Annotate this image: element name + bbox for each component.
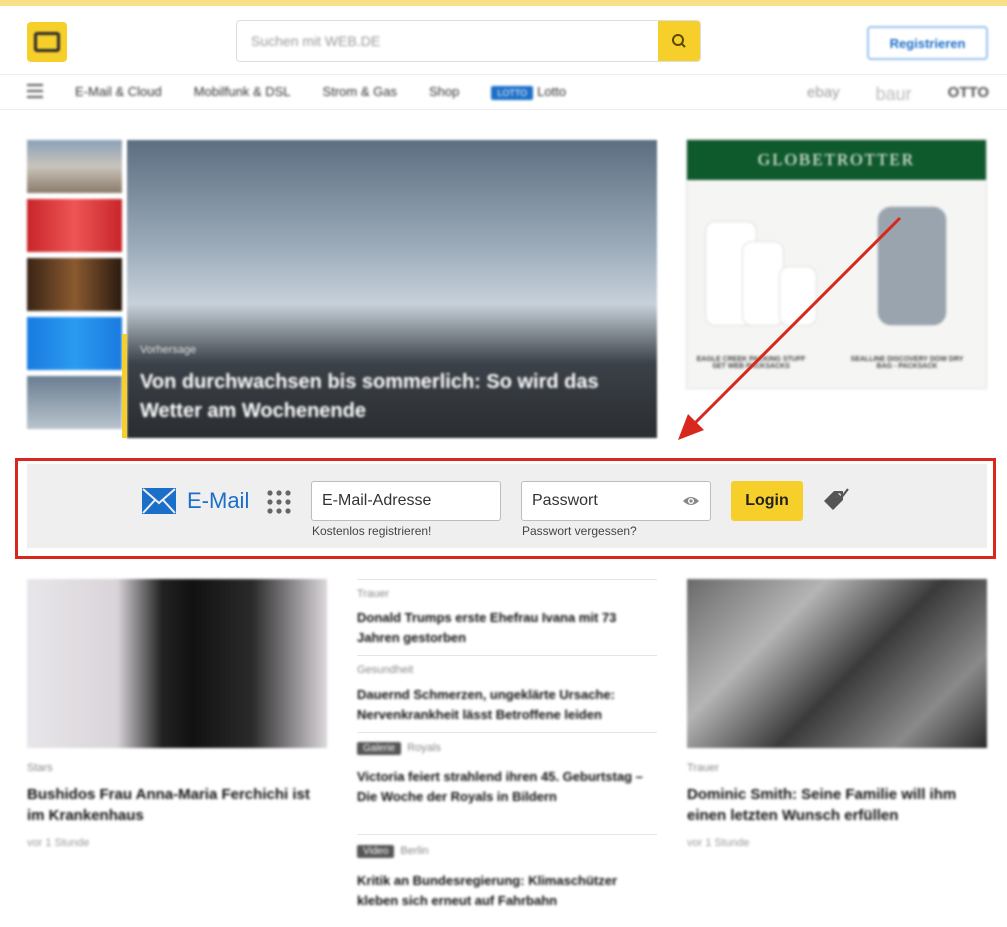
email-placeholder: E-Mail-Adresse bbox=[322, 492, 432, 509]
tag-check-icon[interactable] bbox=[821, 488, 849, 514]
divider bbox=[357, 655, 657, 656]
show-password-icon[interactable] bbox=[682, 494, 700, 508]
register-link[interactable]: Kostenlos registrieren! bbox=[312, 524, 431, 538]
news-kicker: Berlin bbox=[400, 845, 429, 857]
news-headline[interactable]: Donald Trumps erste Ehefrau Ivana mit 73… bbox=[357, 608, 657, 648]
news-headline[interactable]: Dominic Smith: Seine Familie will ihm ei… bbox=[687, 784, 987, 826]
apps-grid-icon[interactable] bbox=[266, 489, 292, 515]
envelope-icon bbox=[142, 488, 176, 514]
news-headline[interactable]: Bushidos Frau Anna-Maria Ferchichi ist i… bbox=[27, 784, 327, 826]
forgot-password-link[interactable]: Passwort vergessen? bbox=[522, 524, 637, 538]
divider bbox=[357, 579, 657, 580]
divider bbox=[357, 834, 657, 835]
news-image[interactable] bbox=[27, 579, 327, 748]
password-field[interactable]: Passwort bbox=[521, 481, 711, 521]
news-kicker: Stars bbox=[27, 762, 53, 774]
news-meta: Galerie Royals bbox=[357, 742, 441, 755]
password-placeholder: Passwort bbox=[532, 492, 598, 509]
news-meta: Video Berlin bbox=[357, 845, 429, 858]
divider bbox=[357, 732, 657, 733]
email-field[interactable]: E-Mail-Adresse bbox=[311, 481, 501, 521]
news-headline[interactable]: Victoria feiert strahlend ihren 45. Gebu… bbox=[357, 767, 657, 807]
news-kicker: Trauer bbox=[357, 588, 389, 600]
news-kicker: Trauer bbox=[687, 762, 719, 774]
video-tag: Video bbox=[357, 845, 395, 858]
news-kicker: Gesundheit bbox=[357, 664, 414, 676]
news-image[interactable] bbox=[687, 579, 987, 748]
login-button[interactable]: Login bbox=[731, 481, 803, 521]
news-timestamp: vor 1 Stunde bbox=[27, 837, 90, 849]
news-timestamp: vor 1 Stunde bbox=[687, 837, 750, 849]
news-kicker: Royals bbox=[407, 742, 441, 754]
email-product-label[interactable]: E-Mail bbox=[187, 488, 249, 514]
gallery-tag: Galerie bbox=[357, 742, 402, 755]
news-headline[interactable]: Dauernd Schmerzen, ungeklärte Ursache: N… bbox=[357, 685, 657, 725]
news-headline[interactable]: Kritik an Bundesregierung: Klimaschützer… bbox=[357, 871, 657, 911]
